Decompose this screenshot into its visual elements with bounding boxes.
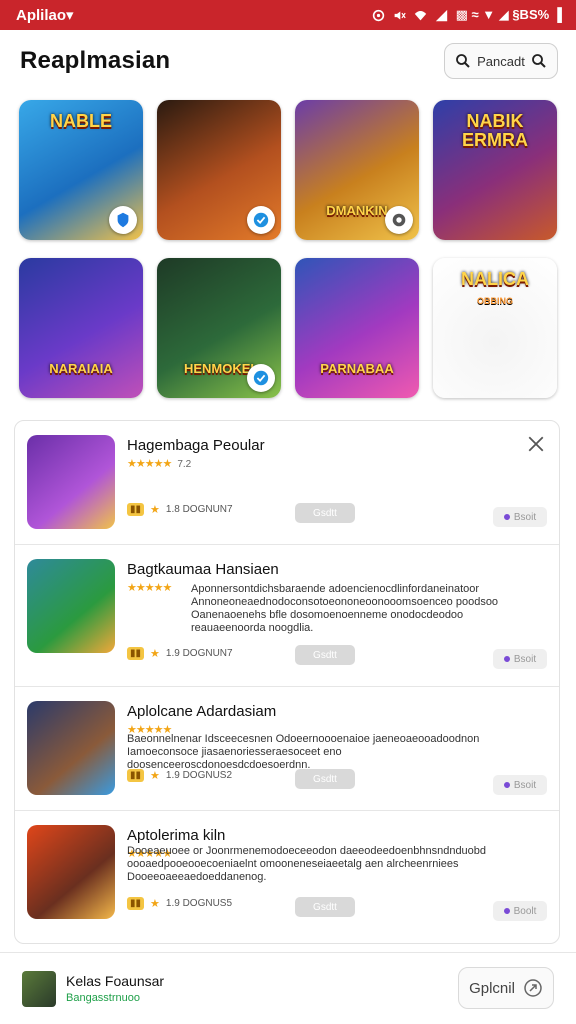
gear-icon: [385, 206, 413, 234]
app-name: Hagembaga Peoular: [127, 437, 265, 454]
check-icon: [247, 364, 275, 392]
install-button[interactable]: Bsoit: [493, 649, 547, 669]
bottom-bar: Kelas Foaunsar Bangasstrnuoo Gplcnil: [0, 952, 576, 1024]
game-tile[interactable]: DMANKIN: [295, 100, 419, 240]
get-button-label: Gsdtt: [313, 507, 337, 519]
game-tile[interactable]: NABIK ERMRA: [433, 100, 557, 240]
list-item[interactable]: Bagtkaumaa Hansiaen ★★★★★ Aponnersontdic…: [15, 545, 559, 687]
meta-tag: ▮▮: [127, 897, 145, 910]
get-button[interactable]: Gsdtt: [295, 645, 355, 665]
search-input[interactable]: Pancadt: [444, 43, 558, 79]
rating-stars-glyphs: ★★★★★: [127, 582, 172, 594]
shield-icon: [109, 206, 137, 234]
mute-icon: [394, 10, 406, 20]
app-meta: ▮▮ ★ 1.9 DOGNUS2: [127, 769, 232, 782]
now-playing-subtitle: Bangasstrnuoo: [66, 992, 140, 1004]
star-icon: ★: [150, 898, 160, 910]
search-icon[interactable]: [531, 53, 547, 69]
game-tile-title: PARNABAA: [320, 361, 394, 377]
install-button-label: Bsoit: [513, 511, 537, 523]
app-list: Hagembaga Peoular ★★★★★ 7.2 ▮▮ ★ 1.8 DOGNUN…: [14, 420, 560, 944]
app-icon: [27, 825, 115, 919]
app-description: Dooeaeuoee or Joonrmenemodoeceeodon daee…: [127, 845, 487, 883]
install-icon: [503, 514, 510, 520]
game-tile[interactable]: HENMOKEI: [157, 258, 281, 398]
rating-stars: ★★★★★: [127, 581, 172, 594]
app-meta: ▮▮ ★ 1.9 DOGNUS5: [127, 897, 232, 910]
get-button[interactable]: Gsdtt: [295, 503, 355, 523]
battery-percent: ▩ ≈ ▼ ◢ §BS% ▐: [455, 7, 562, 22]
meta-tag: ▮▮: [127, 769, 145, 782]
close-icon[interactable]: [527, 435, 545, 453]
status-indicators: ▩ ≈ ▼ ◢ §BS% ▐: [372, 7, 562, 23]
rating-stars: ★★★★★ 7.2: [127, 457, 191, 470]
game-tile-title: NABLE: [50, 111, 112, 131]
status-bar: Aplilao▾ ▩ ≈ ▼ ◢ §BS% ▐: [0, 0, 576, 30]
game-tile-title: NALICA: [461, 269, 529, 289]
meta-tag: ▮▮: [127, 647, 145, 660]
get-button-label: Gsdtt: [313, 649, 337, 661]
app-name: Aptolerima kiln: [127, 827, 226, 844]
app-meta: ▮▮ ★ 1.8 DOGNUN7: [127, 503, 233, 516]
rating-value: 7.2: [177, 459, 192, 470]
open-icon: [524, 979, 542, 997]
star-icon: ★: [150, 504, 160, 516]
alarm-icon: [372, 9, 384, 21]
app-meta: ▮▮ ★ 1.9 DOGNUN7: [127, 647, 233, 660]
app-icon: [27, 559, 115, 653]
install-button[interactable]: Bsoit: [493, 507, 547, 527]
app-meta-text: 1.9 DOGNUS5: [165, 898, 233, 909]
now-playing-thumbnail: [22, 970, 56, 1007]
game-tile[interactable]: NARAIAIA: [19, 258, 143, 398]
status-app-label: Aplilao▾: [16, 7, 74, 24]
install-button-label: Bsoit: [513, 653, 537, 665]
app-description: Baeonnelnenar Idsceecesnen Odoeernoooena…: [127, 733, 480, 771]
game-tile-title: NARAIAIA: [49, 361, 113, 377]
get-button[interactable]: Gsdtt: [295, 769, 355, 789]
game-tile-subtitle: OBBING: [477, 296, 513, 306]
app-icon: [27, 435, 115, 529]
app-meta-text: 1.9 DOGNUS2: [165, 770, 233, 781]
page-title: Reaplmasian: [20, 47, 171, 74]
wifi-icon: [414, 10, 426, 20]
game-tile-title: NABIK ERMRA: [462, 111, 528, 150]
install-icon: [503, 656, 510, 662]
install-button[interactable]: Bsoit: [493, 775, 547, 795]
search-label: Pancadt: [477, 53, 525, 69]
list-item[interactable]: Aptolerima kiln ★★★★★ Dooeaeuoee or Joon…: [15, 811, 559, 943]
check-icon: [247, 206, 275, 234]
install-icon: [503, 908, 510, 914]
get-button[interactable]: Gsdtt: [295, 897, 355, 917]
app-icon: [27, 701, 115, 795]
game-tile[interactable]: [157, 100, 281, 240]
app-meta-text: 1.8 DOGNUN7: [165, 504, 233, 515]
install-button-label: Bsoit: [513, 779, 537, 791]
install-button-label: Boolt: [513, 905, 537, 917]
search-icon: [456, 54, 470, 68]
now-playing-info: Kelas Foaunsar Bangasstrnuoo: [66, 973, 164, 1004]
star-icon: ★: [150, 648, 160, 660]
open-button[interactable]: Gplcnil: [458, 967, 554, 1009]
header: Reaplmasian Pancadt: [0, 30, 576, 92]
install-button[interactable]: Boolt: [493, 901, 547, 921]
list-item[interactable]: Aplolcane Adardasiam ★★★★★ Baeonnelnenar…: [15, 687, 559, 811]
install-icon: [503, 782, 510, 788]
app-name: Aplolcane Adardasiam: [127, 703, 277, 720]
app-description: Aponnersontdichsbaraende adoencienocdlin…: [191, 583, 499, 634]
get-button-label: Gsdtt: [313, 901, 337, 913]
game-tile[interactable]: NALICA OBBING: [433, 258, 557, 398]
app-name: Bagtkaumaa Hansiaen: [127, 561, 279, 578]
open-button-label: Gplcnil: [469, 979, 515, 997]
signal-icon: [435, 9, 447, 21]
app-meta-text: 1.9 DOGNUN7: [165, 648, 233, 659]
game-tile[interactable]: NABLE: [19, 100, 143, 240]
game-tile[interactable]: PARNABAA: [295, 258, 419, 398]
meta-tag: ▮▮: [127, 503, 145, 516]
rating-stars-glyphs: ★★★★★: [127, 458, 172, 470]
featured-games-grid: NABLE DMANKIN NABIK ERMRA NARAIAIA HENMO…: [19, 100, 559, 398]
list-item[interactable]: Hagembaga Peoular ★★★★★ 7.2 ▮▮ ★ 1.8 DOGNUN…: [15, 421, 559, 545]
star-icon: ★: [150, 770, 160, 782]
now-playing-title: Kelas Foaunsar: [66, 973, 165, 989]
get-button-label: Gsdtt: [313, 773, 337, 785]
